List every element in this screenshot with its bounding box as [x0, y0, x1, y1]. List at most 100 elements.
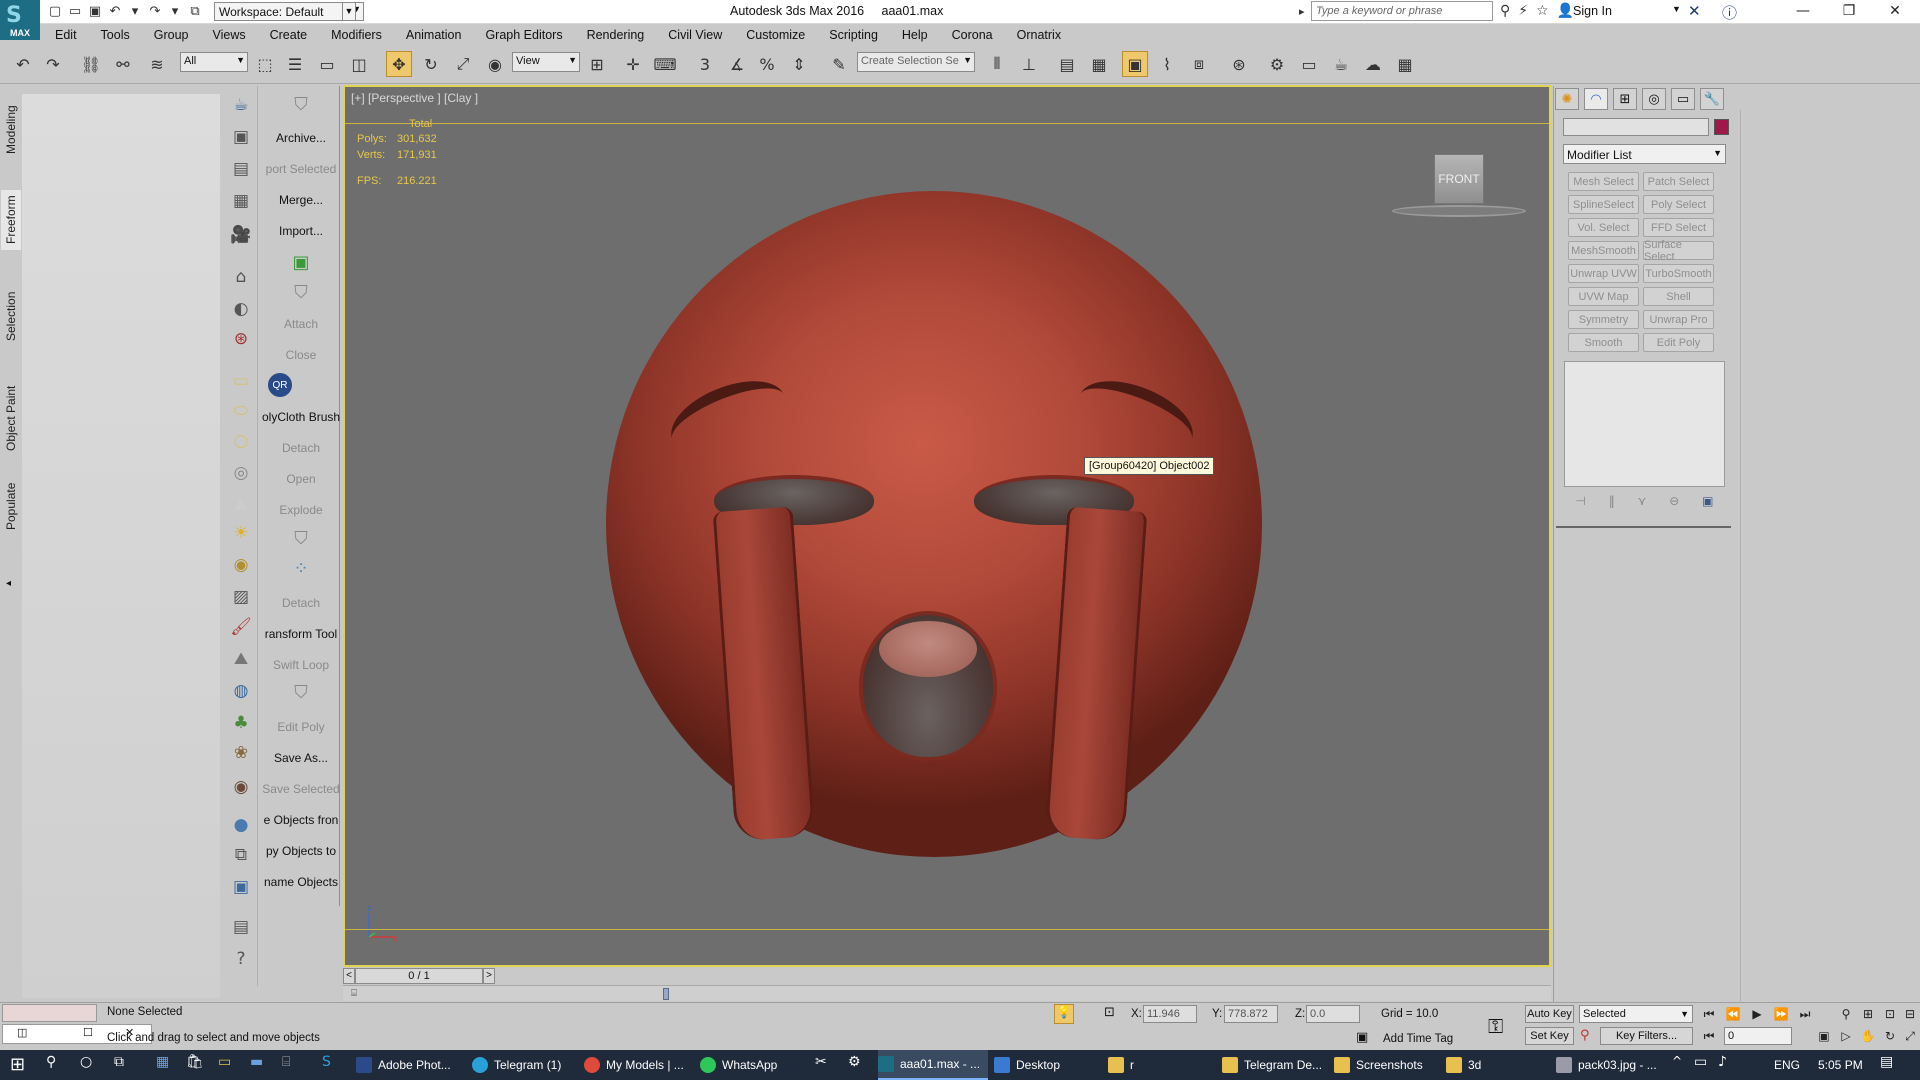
zoom-icon[interactable]: ⚲ [1836, 1005, 1856, 1023]
taskbar-item[interactable]: Telegram (1) [472, 1050, 572, 1080]
menu-views[interactable]: Views [212, 28, 245, 42]
cmd-export-selected[interactable]: port Selected [262, 162, 340, 176]
select-by-name-icon[interactable]: ☰ [282, 51, 308, 77]
pin-stack-icon[interactable]: ⊣ [1575, 494, 1585, 512]
menu-tools[interactable]: Tools [101, 28, 130, 42]
rendered-frame-window-icon[interactable]: ▭ [1296, 51, 1322, 77]
minimize-button[interactable]: — [1780, 0, 1826, 24]
scene-explorer-icon[interactable]: ▦ [1086, 51, 1112, 77]
scene-table-icon[interactable]: ▦ [228, 188, 254, 214]
cmd-merge-objects[interactable]: e Objects fron [262, 813, 340, 827]
taskbar-item[interactable]: r [1108, 1050, 1208, 1080]
user-icon[interactable]: 👤 [1557, 3, 1574, 19]
viewcube-compass-ring[interactable] [1392, 205, 1526, 217]
utilities-tab-icon[interactable]: 🔧 [1700, 88, 1724, 110]
time-next-button[interactable]: > [483, 968, 495, 984]
mod-shell[interactable]: Shell [1643, 287, 1714, 306]
select-object-icon[interactable]: ⬚ [252, 51, 278, 77]
sun-light-icon[interactable]: ☀ [228, 520, 254, 546]
mod-mesh-select[interactable]: Mesh Select [1568, 172, 1639, 191]
zoom-all-icon[interactable]: ⊞ [1858, 1005, 1878, 1023]
mod-symmetry[interactable]: Symmetry [1568, 310, 1639, 329]
remove-modifier-icon[interactable]: ⊖ [1669, 494, 1679, 512]
key-selection-select[interactable]: Selected ▼ [1579, 1005, 1693, 1023]
exchange-x-icon[interactable]: ✕ [1688, 2, 1701, 20]
taskbar-item[interactable]: pack03.jpg - ... [1556, 1050, 1666, 1080]
torus-icon[interactable]: ◎ [228, 460, 254, 486]
schematic-view-icon[interactable]: ⧈ [1186, 51, 1212, 77]
mod-surface-select[interactable]: Surface Select [1643, 239, 1714, 263]
configure-sets-icon[interactable]: ▣ [1702, 494, 1713, 512]
z-coord-field[interactable]: 0.0 [1306, 1005, 1360, 1023]
rendered-frame-icon[interactable]: ▣ [228, 124, 254, 150]
time-slider-thumb[interactable]: 0 / 1 [355, 968, 483, 984]
teapot-icon[interactable]: ☕ [228, 92, 254, 118]
layer-manager-icon[interactable]: ▤ [1054, 51, 1080, 77]
menu-modifiers[interactable]: Modifiers [331, 28, 382, 42]
material-editor-icon[interactable]: ⊛ [1226, 51, 1252, 77]
selection-filter-select[interactable]: All ▼ [180, 52, 248, 72]
taskbar-item[interactable]: Screenshots [1334, 1050, 1438, 1080]
restore-button[interactable]: ❐ [1826, 0, 1872, 24]
mod-spline-select[interactable]: SplineSelect [1568, 195, 1639, 214]
ellipse-icon[interactable]: ⬭ [228, 398, 254, 424]
render-in-cloud-icon[interactable]: ▦ [1392, 51, 1418, 77]
subscription-icon[interactable]: ⚡ [1518, 3, 1528, 19]
x-coord-field[interactable]: 11.946 [1143, 1005, 1197, 1023]
make-unique-icon[interactable]: ⋎ [1638, 494, 1647, 512]
modifier-list-select[interactable]: Modifier List ▼ [1563, 144, 1726, 164]
go-to-start-icon[interactable]: ⏮ [1699, 1005, 1719, 1023]
ribbon-toggle-icon[interactable]: ▣ [1122, 51, 1148, 77]
tripod-camera-icon[interactable]: ⌂ [228, 264, 254, 290]
ribbon-expand-icon[interactable]: ◂ [6, 578, 11, 589]
windows-start-icon[interactable]: ⊞ [10, 1054, 25, 1075]
menu-group[interactable]: Group [154, 28, 189, 42]
rectangular-selection-icon[interactable]: ▭ [314, 51, 340, 77]
cmd-open[interactable]: Open [262, 472, 340, 486]
favorites-star-icon[interactable]: ☆ [1536, 3, 1549, 19]
isolate-selection-icon[interactable]: 💡 [1054, 1004, 1074, 1024]
angle-snap-icon[interactable]: ∡ [724, 51, 750, 77]
set-key-button[interactable]: Set Key [1525, 1027, 1574, 1045]
sign-in-button[interactable]: Sign In [1573, 4, 1612, 18]
globe-icon[interactable]: ◍ [228, 678, 254, 704]
reference-coordinate-select[interactable]: View ▼ [512, 52, 580, 72]
go-to-end-icon[interactable]: ⏭ [1795, 1005, 1815, 1023]
absolute-mode-icon[interactable]: ⊡ [1104, 1005, 1115, 1020]
taskbar-item[interactable]: Desktop [994, 1050, 1094, 1080]
cmd-save-selected[interactable]: Save Selected [262, 782, 340, 796]
select-and-scale-icon[interactable]: ⤢ [450, 51, 476, 77]
open-file-icon[interactable]: ▭ [68, 5, 82, 19]
select-and-rotate-icon[interactable]: ↻ [418, 51, 444, 77]
scatter-icon[interactable]: ❀ [228, 740, 254, 766]
tab-populate[interactable]: Populate [1, 478, 21, 534]
hierarchy-tab-icon[interactable]: ⊞ [1613, 88, 1637, 110]
cmd-detach-2[interactable]: Detach [262, 596, 340, 610]
scene-state-icon[interactable]: ▣ [228, 874, 254, 900]
mirror-icon[interactable]: ⫴ [984, 51, 1010, 77]
expand-arrow-icon[interactable]: ▸ [1299, 5, 1305, 18]
crying-emoji-model[interactable] [606, 191, 1262, 857]
dropdown-icon[interactable]: ▾ [168, 5, 182, 19]
workspace-menu-button[interactable]: ▼ [342, 2, 356, 21]
camera-icon[interactable]: 🎥 [228, 222, 254, 248]
mod-vol-select[interactable]: Vol. Select [1568, 218, 1639, 237]
close-button[interactable]: ✕ [1872, 0, 1918, 24]
perspective-viewport[interactable]: [+] [Perspective ] [Clay ] Total Polys: 3… [343, 85, 1551, 967]
select-and-move-icon[interactable]: ✥ [386, 51, 412, 77]
qr-icon[interactable]: QR [268, 373, 292, 397]
reflective-sphere-icon[interactable]: ● [228, 812, 254, 838]
object-color-swatch[interactable] [1714, 119, 1729, 135]
tab-object-paint[interactable]: Object Paint [1, 380, 21, 456]
link-icon[interactable]: ⛓ [78, 51, 104, 77]
task-view-icon[interactable]: ⧉ [114, 1054, 124, 1070]
cmd-swift-loop[interactable]: Swift Loop [262, 658, 340, 672]
undo-icon[interactable]: ↶ [108, 5, 122, 19]
menu-graph-editors[interactable]: Graph Editors [485, 28, 562, 42]
snaps-toggle-icon[interactable]: 3 [692, 51, 718, 77]
cone-icon[interactable]: ▲ [228, 490, 254, 516]
orbit-icon[interactable]: ↻ [1880, 1027, 1900, 1045]
taskbar-item-active[interactable]: aaa01.max - ... [878, 1050, 988, 1080]
menu-civil-view[interactable]: Civil View [668, 28, 722, 42]
cmd-transform-tool[interactable]: ransform Tool [262, 627, 340, 641]
